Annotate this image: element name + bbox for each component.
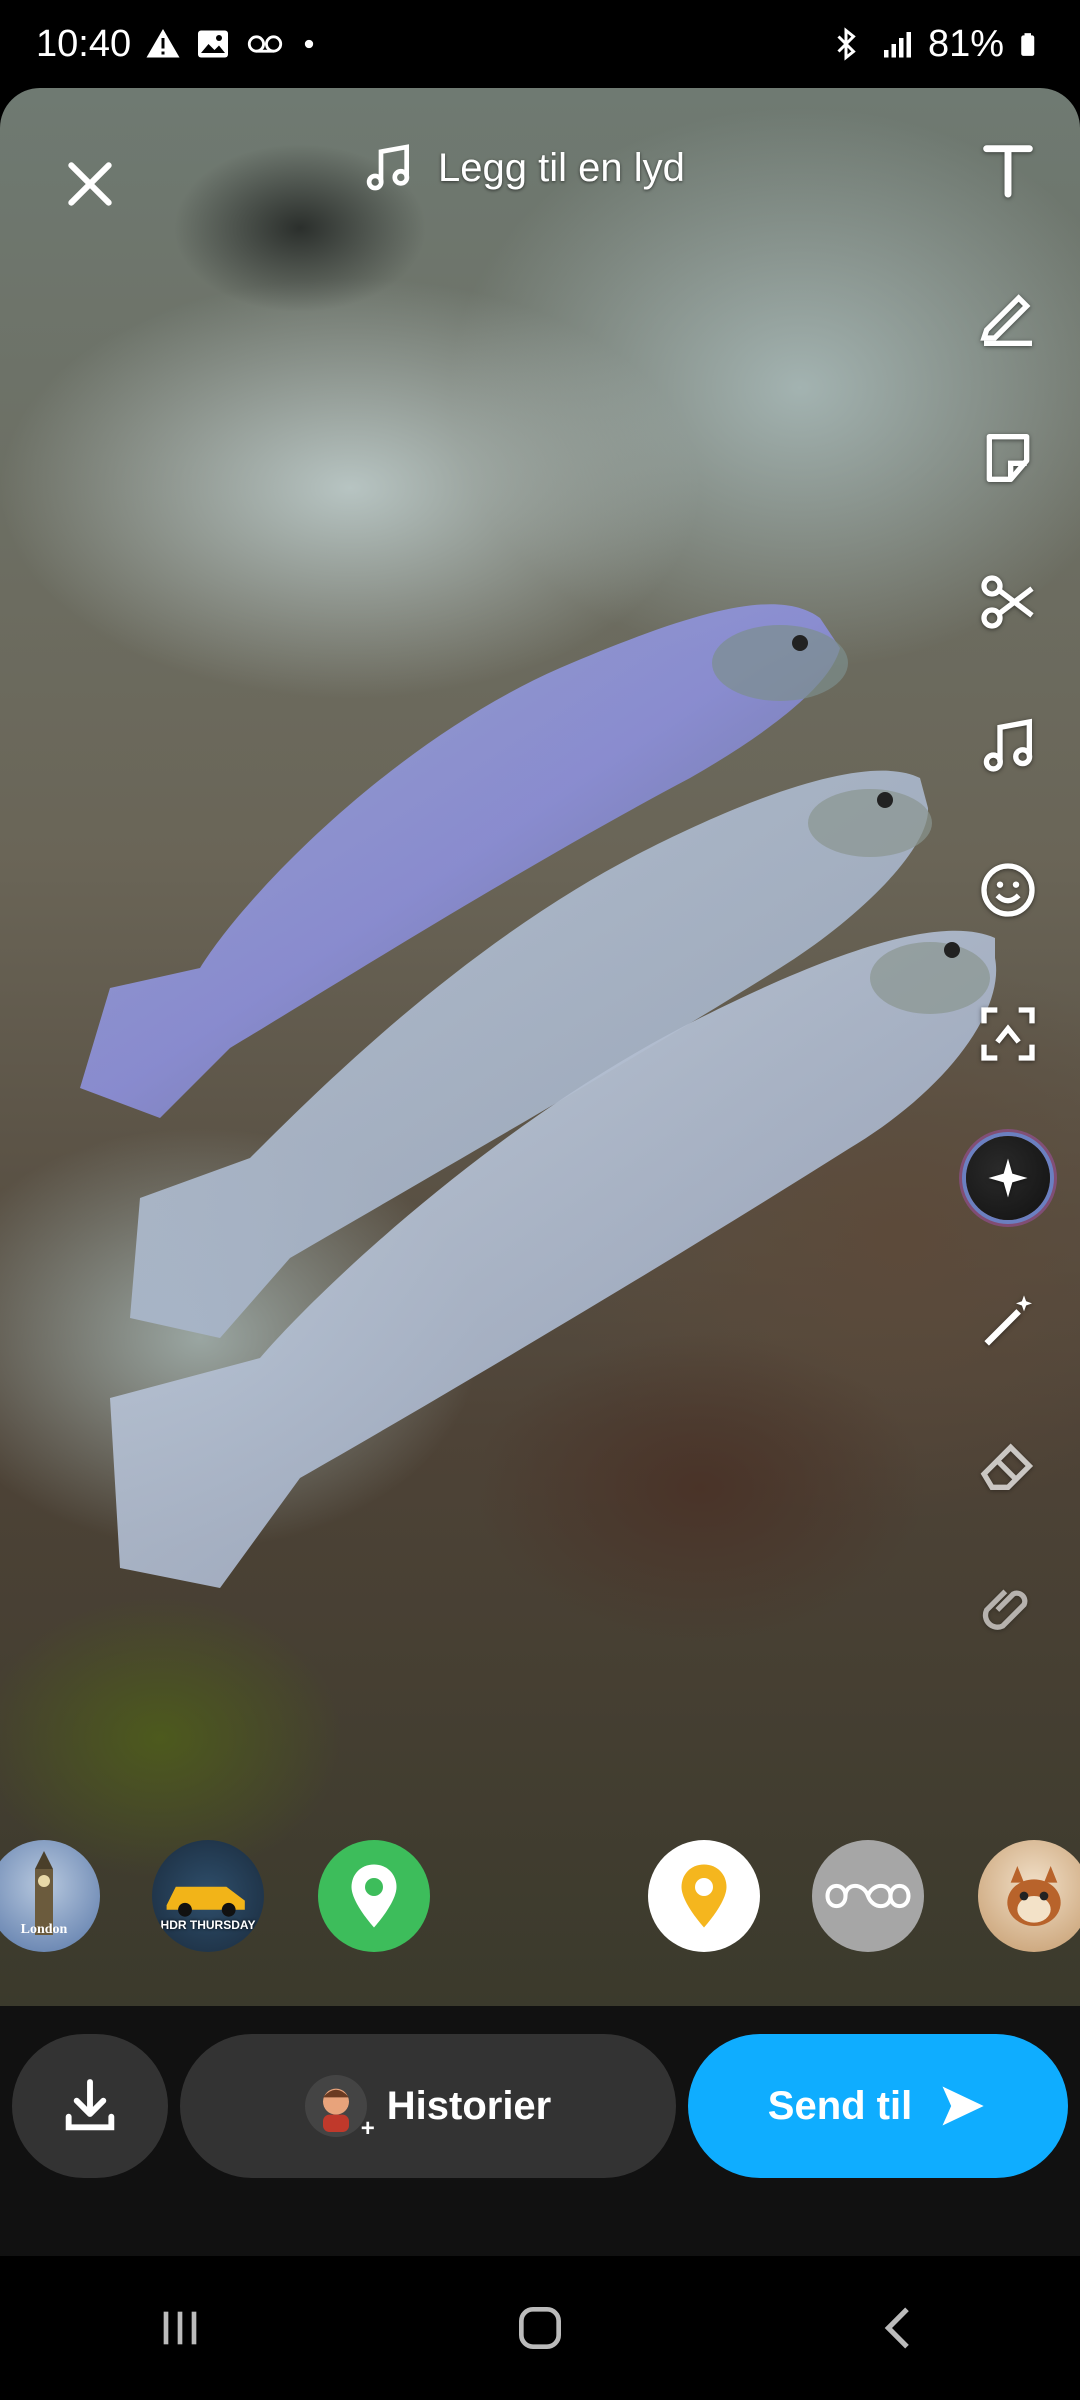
- status-bar-right: 81%: [828, 23, 1044, 66]
- snap-photo[interactable]: [0, 88, 1080, 2006]
- draw-tool-button[interactable]: [966, 272, 1050, 356]
- voicemail-icon: [247, 35, 283, 53]
- download-icon: [65, 2079, 115, 2131]
- pencil-icon: [980, 294, 1032, 346]
- warning-icon: [146, 29, 180, 58]
- location-pin-yellow-icon: [681, 1864, 727, 1928]
- lens-tool-button[interactable]: [966, 848, 1050, 932]
- crop-icon: [981, 1007, 1035, 1061]
- location-pin-icon: [351, 1864, 397, 1928]
- filter-carousel: London HDR THURSDAY: [0, 1840, 1080, 1960]
- sticker-icon: [986, 434, 1030, 482]
- filter-london[interactable]: London: [0, 1840, 100, 1952]
- magic-wand-icon: [984, 1295, 1032, 1346]
- close-icon: [68, 162, 112, 206]
- filter-yellow-location[interactable]: [648, 1840, 760, 1952]
- bitmoji-avatar-icon: [322, 2088, 349, 2132]
- scissors-tool-button[interactable]: [966, 560, 1050, 644]
- recent-apps-icon: [163, 2311, 197, 2345]
- stories-button[interactable]: + Historier: [180, 2034, 676, 2178]
- eraser-icon: [980, 1443, 1034, 1490]
- sticker-tool-button[interactable]: [966, 416, 1050, 500]
- music-tool-button[interactable]: [966, 704, 1050, 788]
- download-button[interactable]: [12, 2034, 168, 2178]
- ai-tool-button[interactable]: [966, 1136, 1050, 1220]
- filter-london-label: London: [20, 1922, 68, 1937]
- text-tool-button[interactable]: [966, 128, 1050, 212]
- car-icon: [166, 1886, 245, 1917]
- magic-wand-button[interactable]: [966, 1280, 1050, 1364]
- filter-infinity[interactable]: [812, 1840, 924, 1952]
- battery-icon: [1021, 33, 1035, 56]
- system-nav-bar: [0, 2256, 1080, 2400]
- back-icon: [884, 2307, 909, 2349]
- crop-tool-button[interactable]: [966, 992, 1050, 1076]
- add-sound-button[interactable]: Legg til en lyd: [340, 126, 720, 210]
- image-icon: [198, 30, 229, 58]
- clock: 10:40: [36, 22, 132, 65]
- lens-icon: [981, 863, 1035, 917]
- squirrel-icon: [1007, 1866, 1061, 1926]
- send-arrow-icon: [942, 2086, 984, 2126]
- dot-icon: [304, 39, 314, 49]
- back-button[interactable]: [840, 2278, 960, 2378]
- send-to-label: Send til: [767, 2083, 913, 2128]
- status-bar: 10:40 81%: [0, 0, 1080, 88]
- scissors-icon: [981, 575, 1034, 629]
- status-bar-left: 10:40: [36, 23, 319, 66]
- attach-tool-button[interactable]: [966, 1568, 1050, 1652]
- music-note-icon: [366, 144, 410, 191]
- infinity-icon: [825, 1883, 911, 1909]
- text-tool-icon: [983, 145, 1033, 198]
- add-sound-label: Legg til en lyd: [438, 145, 685, 190]
- battery-percent: 81%: [927, 22, 1004, 65]
- close-button[interactable]: [54, 148, 126, 220]
- paperclip-icon: [982, 1589, 1028, 1630]
- filter-squirrel[interactable]: [978, 1840, 1080, 1952]
- signal-icon: [883, 32, 911, 58]
- filter-hdr-thursday[interactable]: HDR THURSDAY: [152, 1840, 264, 1952]
- bottom-action-bar: + Historier Send til: [0, 2006, 1080, 2256]
- fish-photo: [80, 604, 997, 1588]
- top-controls: Legg til en lyd: [0, 88, 1080, 248]
- editing-toolbar: [960, 128, 1056, 1712]
- home-button[interactable]: [480, 2278, 600, 2378]
- filter-green-location[interactable]: [318, 1840, 430, 1952]
- filter-hdr-label: HDR THURSDAY: [160, 1918, 256, 1932]
- stories-label: Historier: [386, 2083, 552, 2128]
- add-story-plus-icon: +: [360, 2115, 375, 2142]
- music-icon: [983, 718, 1033, 772]
- eraser-tool-button[interactable]: [966, 1424, 1050, 1508]
- avatar: +: [304, 2075, 375, 2142]
- bluetooth-icon: [837, 27, 856, 61]
- home-icon: [519, 2307, 561, 2349]
- recent-apps-button[interactable]: [120, 2278, 240, 2378]
- send-to-button[interactable]: Send til: [688, 2034, 1068, 2178]
- ai-sparkle-icon: [988, 1158, 1028, 1198]
